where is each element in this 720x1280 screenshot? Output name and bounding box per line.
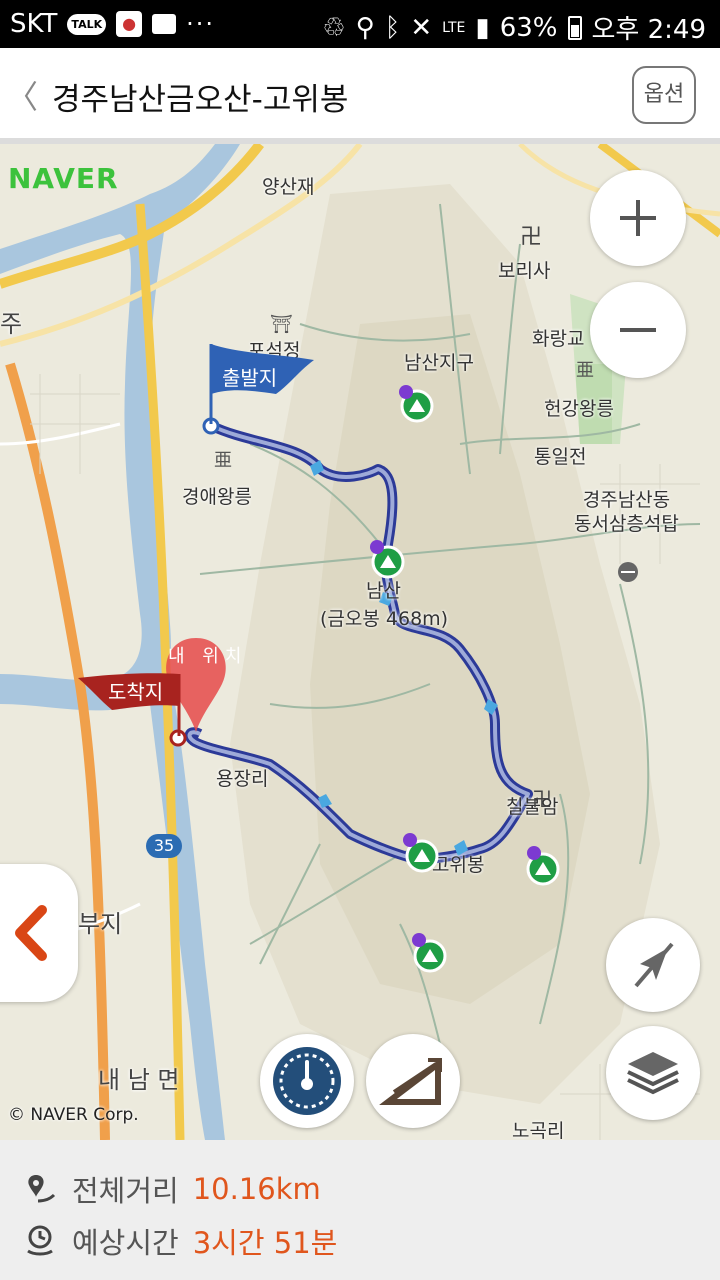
location-off-button[interactable] bbox=[606, 918, 700, 1012]
distance-row: 전체거리 10.16km bbox=[22, 1168, 321, 1210]
zoom-out-button[interactable] bbox=[590, 282, 686, 378]
battery-percent: 63% bbox=[499, 12, 558, 43]
time-row: 예상시간 3시간 51분 bbox=[22, 1220, 337, 1262]
distance-value: 10.16km bbox=[192, 1172, 321, 1206]
layers-button[interactable] bbox=[606, 1026, 700, 1120]
elevation-icon bbox=[379, 1057, 442, 1105]
layers-icon bbox=[627, 1052, 679, 1095]
map-copyright: © NAVER Corp. bbox=[8, 1105, 139, 1125]
zoom-in-button[interactable] bbox=[590, 170, 686, 266]
status-bar: SKT TALK ● ··· ♲ ⚲ ᛒ ✕ LTE ▮ 63% 오후 2:49 bbox=[0, 0, 720, 48]
back-button[interactable]: 〈 bbox=[6, 72, 38, 118]
options-button[interactable]: 옵션 bbox=[632, 66, 696, 124]
map-view[interactable]: NAVER 양산재 보리사 주 포석정 남산지구 화랑교 헌강왕릉 통일전 경애… bbox=[0, 144, 720, 1140]
route-distance-icon bbox=[28, 1175, 56, 1203]
distance-label: 전체거리 bbox=[72, 1174, 179, 1208]
message-icon bbox=[152, 14, 177, 34]
elevation-button[interactable] bbox=[366, 1034, 460, 1128]
estimated-time-icon bbox=[27, 1225, 53, 1256]
time-label: 예상시간 bbox=[72, 1226, 179, 1260]
clock: 오후 2:49 bbox=[591, 15, 707, 45]
panel-toggle-button[interactable] bbox=[0, 864, 78, 1002]
kakaotalk-icon: TALK bbox=[67, 13, 107, 35]
app-header: 〈 경주남산금오산-고위봉 옵션 bbox=[0, 48, 720, 144]
start-flag-label: 출발지 bbox=[222, 366, 278, 390]
route-summary-panel: 전체거리 10.16km 예상시간 3시간 51분 bbox=[0, 1140, 720, 1280]
chevron-left-icon bbox=[15, 905, 47, 961]
recycle-icon: ♲ bbox=[322, 12, 346, 43]
time-value: 3시간 51분 bbox=[192, 1226, 338, 1260]
end-flag-label: 도착지 bbox=[108, 680, 164, 704]
speedometer-icon bbox=[273, 1047, 341, 1115]
page-title: 경주남산금오산-고위봉 bbox=[52, 82, 349, 118]
mute-icon: ✕ bbox=[410, 12, 433, 43]
carrier-label: SKT bbox=[10, 9, 58, 39]
speed-button[interactable] bbox=[260, 1034, 354, 1128]
my-location-label: 내 위치 bbox=[168, 646, 248, 667]
more-notifications-icon: ··· bbox=[186, 10, 216, 38]
network-label: LTE bbox=[442, 19, 466, 36]
location-icon: ⚲ bbox=[355, 12, 375, 43]
signal-icon: ▮ bbox=[475, 12, 490, 43]
app-notification-icon: ● bbox=[116, 11, 143, 37]
battery-icon bbox=[567, 15, 582, 40]
location-off-icon bbox=[634, 942, 674, 988]
bluetooth-icon: ᛒ bbox=[384, 12, 401, 43]
